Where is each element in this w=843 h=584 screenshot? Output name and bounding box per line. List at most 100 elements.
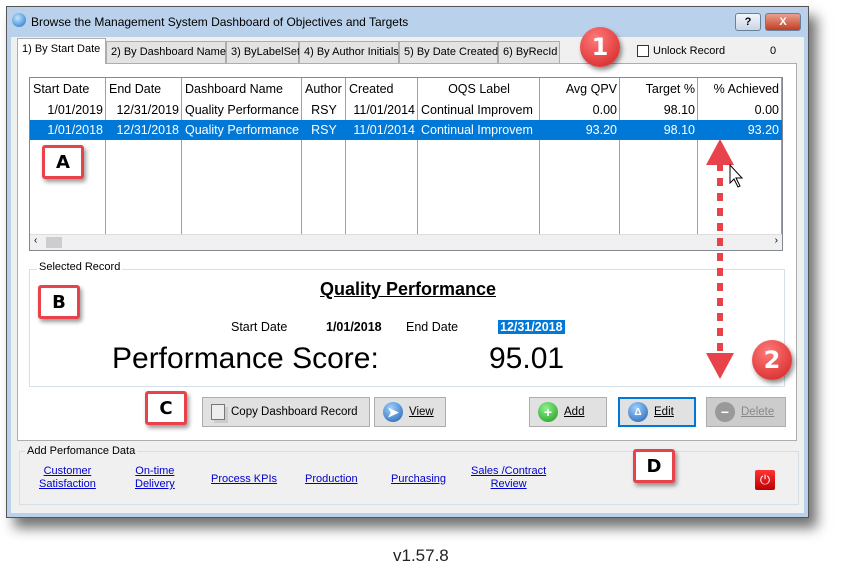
column-header[interactable]: End Date	[106, 79, 182, 99]
mouse-cursor-icon	[729, 163, 744, 188]
performance-link[interactable]: Customer Satisfaction	[39, 465, 96, 491]
help-button[interactable]: ?	[735, 13, 761, 31]
delta-icon: Δ	[628, 402, 648, 422]
table-cell: Quality Performance	[185, 123, 299, 137]
tab-panel: Start Date End Date Dashboard Name Author Cr…	[17, 63, 797, 441]
version-label: v1.57.8	[393, 546, 449, 565]
column-header[interactable]: Author	[302, 79, 346, 99]
minus-icon: −	[715, 402, 735, 422]
link-text[interactable]: Production	[305, 473, 358, 486]
table-cell: Continual Improvem	[421, 123, 533, 137]
tab-by-labelset[interactable]: 3) ByLabelSet	[226, 41, 300, 63]
link-text[interactable]: Process KPIs	[211, 473, 277, 486]
add-performance-data-label: Add Perfomance Data	[25, 445, 138, 457]
table-cell: 12/31/2018	[116, 123, 179, 137]
table-cell: 11/01/2014	[353, 103, 415, 117]
window-title: Browse the Management System Dashboard o…	[31, 15, 409, 29]
column-header[interactable]: Avg QPV	[540, 79, 620, 99]
table-cell: 11/01/2014	[353, 123, 415, 137]
annotation-d: D	[633, 449, 675, 483]
title-bar: Browse the Management System Dashboard o…	[7, 7, 808, 37]
records-grid[interactable]: Start Date End Date Dashboard Name Author Cr…	[29, 77, 783, 251]
table-cell: 0.00	[754, 103, 779, 117]
table-cell: 98.10	[663, 103, 695, 117]
link-text[interactable]: Satisfaction	[39, 478, 96, 491]
tab-by-dashboard-name[interactable]: 2) By Dashboard Name	[106, 41, 226, 63]
column-header[interactable]: OQS Label	[418, 79, 540, 99]
table-cell: Continual Improvem	[421, 103, 533, 117]
copy-icon	[211, 404, 225, 420]
view-label: View	[409, 406, 434, 418]
unlock-record-label: Unlock Record	[653, 45, 726, 57]
table-cell: 1/01/2018	[47, 123, 103, 137]
app-globe-icon	[12, 13, 26, 27]
performance-link[interactable]: Production	[305, 473, 358, 486]
delete-button[interactable]: − Delete	[706, 397, 786, 427]
start-date-value: 1/01/2018	[326, 320, 382, 334]
performance-link[interactable]: On-time Delivery	[135, 465, 175, 491]
performance-score-value: 95.01	[489, 342, 565, 375]
end-date-label: End Date	[406, 320, 459, 334]
scroll-thumb[interactable]	[46, 237, 62, 248]
record-count: 0	[770, 45, 777, 57]
performance-score-label: Performance Score:	[112, 342, 379, 375]
table-cell: 1/01/2019	[47, 103, 103, 117]
client-area: 1) By Start Date 2) By Dashboard Name 3)…	[11, 37, 804, 513]
plus-icon: +	[538, 402, 558, 422]
link-text[interactable]: Purchasing	[391, 473, 446, 486]
dashboard-window: Browse the Management System Dashboard o…	[6, 6, 809, 518]
table-cell: Quality Performance	[185, 103, 299, 117]
link-text[interactable]: Customer	[39, 465, 96, 478]
selected-dashboard-name: Quality Performance	[319, 279, 497, 299]
add-label: Add	[564, 406, 585, 418]
start-date-label: Start Date	[231, 320, 288, 334]
link-text[interactable]: On-time	[135, 465, 175, 478]
double-arrow-annotation	[706, 139, 744, 379]
link-text[interactable]: Delivery	[135, 478, 175, 491]
table-cell: 93.20	[585, 123, 617, 137]
end-date-value[interactable]: 12/31/2018	[498, 320, 565, 334]
edit-button[interactable]: Δ Edit	[618, 397, 696, 427]
edit-label: Edit	[654, 406, 674, 418]
annotation-c: C	[145, 391, 187, 425]
delete-label: Delete	[741, 406, 775, 418]
pointer-icon: ➤	[383, 402, 403, 422]
copy-dashboard-record-button[interactable]: Copy Dashboard Record	[202, 397, 370, 427]
column-header[interactable]: Target %	[620, 79, 698, 99]
annotation-1: 1	[580, 27, 620, 67]
tab-by-date-created[interactable]: 5) By Date Created	[399, 41, 498, 63]
tab-by-recid[interactable]: 6) ByRecId	[498, 41, 560, 63]
performance-link[interactable]: Purchasing	[391, 473, 446, 486]
tab-by-author-initials[interactable]: 4) By Author Initials	[299, 41, 399, 63]
annotation-a: A	[42, 145, 84, 179]
copy-label: Copy Dashboard Record	[231, 406, 358, 418]
checkbox-box[interactable]	[637, 45, 649, 57]
column-header[interactable]: Start Date	[30, 79, 106, 99]
annotation-2: 2	[752, 340, 792, 380]
scroll-left-icon[interactable]: ‹	[34, 235, 37, 246]
column-header[interactable]: % Achieved	[698, 79, 782, 99]
table-cell: 0.00	[592, 103, 617, 117]
table-row[interactable]: 1/01/2018 12/31/2018 Quality Performance RS…	[30, 120, 782, 140]
table-row[interactable]: 1/01/2019 12/31/2019 Quality Performance RS…	[30, 100, 782, 120]
table-cell: 98.10	[663, 123, 695, 137]
link-text[interactable]: Sales /Contract	[471, 465, 546, 478]
scroll-right-icon[interactable]: ›	[775, 235, 778, 246]
performance-link[interactable]: Process KPIs	[211, 473, 277, 486]
close-button[interactable]: X	[765, 13, 801, 31]
annotation-b: B	[38, 285, 80, 319]
column-header[interactable]: Dashboard Name	[182, 79, 302, 99]
add-button[interactable]: + Add	[529, 397, 607, 427]
horizontal-scrollbar[interactable]: ‹ ›	[30, 234, 782, 250]
link-text[interactable]: Review	[471, 478, 546, 491]
performance-link[interactable]: Sales /Contract Review	[471, 465, 546, 491]
power-exit-icon[interactable]: ⏻	[755, 470, 775, 490]
table-cell: 12/31/2019	[116, 103, 179, 117]
selected-record-label: Selected Record	[37, 261, 123, 273]
tab-by-start-date[interactable]: 1) By Start Date	[17, 38, 106, 64]
view-button[interactable]: ➤ View	[374, 397, 446, 427]
table-cell: RSY	[311, 123, 337, 137]
column-header[interactable]: Created	[346, 79, 418, 99]
table-cell: RSY	[311, 103, 337, 117]
unlock-record-checkbox[interactable]: Unlock Record	[637, 45, 725, 57]
